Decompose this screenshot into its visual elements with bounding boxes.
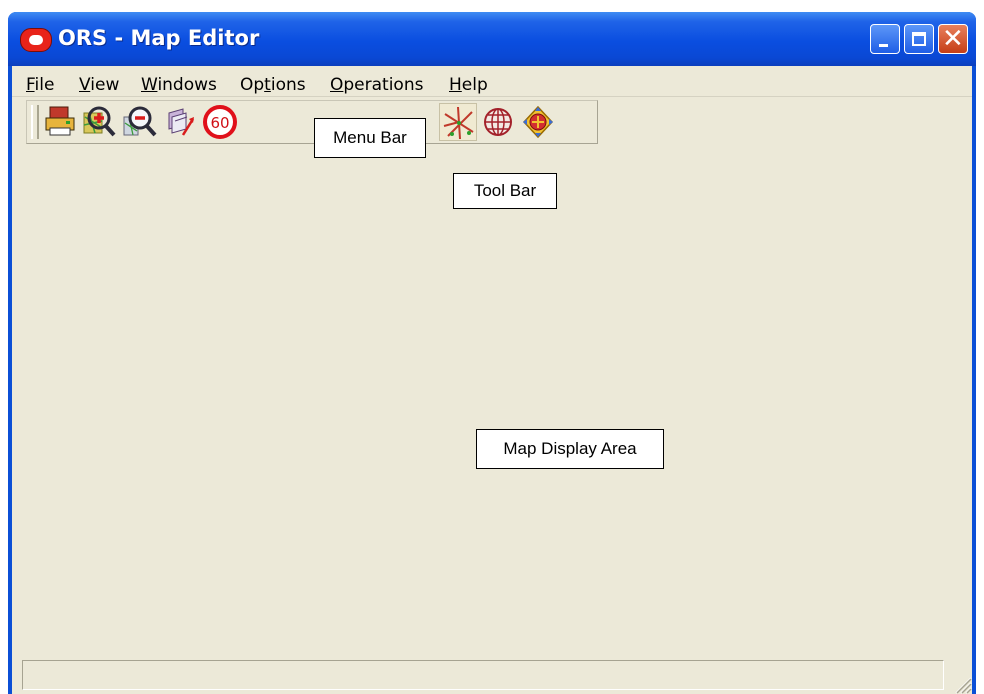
network-tool-button[interactable] [439, 103, 477, 141]
title-bar[interactable]: ORS - Map Editor ✕ [8, 12, 976, 66]
menu-file[interactable]: File [26, 75, 54, 95]
window-title: ORS - Map Editor [58, 26, 260, 50]
map-display-area-callout: Map Display Area [476, 429, 664, 469]
speed-limit-button[interactable]: 60 [201, 103, 239, 141]
zoom-in-icon [83, 106, 116, 137]
menu-bar: File View Windows Options Operations Hel… [12, 66, 972, 97]
map-editor-window: ORS - Map Editor ✕ File View Windows Opt… [8, 12, 976, 694]
menu-bar-callout: Menu Bar [314, 118, 426, 158]
print-button[interactable] [41, 103, 79, 141]
tool-bar: 60 [26, 100, 598, 144]
close-button[interactable]: ✕ [938, 24, 968, 54]
status-bar [22, 660, 944, 690]
maximize-button[interactable] [904, 24, 934, 54]
menu-view-label: iew [90, 75, 120, 95]
minimize-icon [879, 44, 888, 47]
resize-grip-icon[interactable] [950, 672, 972, 694]
menu-view-mnemonic: V [79, 75, 91, 95]
speed-limit-label: 60 [210, 114, 229, 132]
network-tool-icon [443, 106, 474, 140]
navigate-button[interactable] [519, 103, 557, 141]
globe-icon [484, 108, 512, 136]
globe-button[interactable] [479, 103, 517, 141]
navigate-icon [522, 105, 554, 139]
zoom-out-icon [123, 106, 157, 137]
menu-help-mnemonic: H [449, 75, 462, 95]
menu-operations-mnemonic: O [330, 75, 344, 95]
menu-windows-mnemonic: W [141, 75, 158, 95]
menu-windows-label: indows [157, 75, 217, 95]
menu-file-label: ile [34, 75, 55, 95]
menu-options[interactable]: Options [240, 75, 306, 95]
toolbar-grip[interactable] [31, 105, 39, 139]
client-area: File View Windows Options Operations Hel… [12, 66, 972, 694]
maximize-icon [912, 32, 926, 46]
menu-file-mnemonic: F [26, 75, 35, 95]
menu-options-label: ions [270, 75, 306, 95]
menu-options-label-start: Op [240, 75, 265, 95]
zoom-in-button[interactable] [81, 103, 119, 141]
zoom-out-button[interactable] [121, 103, 159, 141]
tool-bar-callout: Tool Bar [453, 173, 557, 209]
menu-operations-label: perations [343, 75, 424, 95]
layers-button[interactable] [161, 103, 199, 141]
menu-help[interactable]: Help [449, 75, 488, 95]
menu-view[interactable]: View [79, 75, 119, 95]
menu-windows[interactable]: Windows [141, 75, 217, 95]
print-icon [45, 106, 75, 136]
menu-help-label: elp [461, 75, 488, 95]
menu-options-mnemonic: t [264, 75, 271, 95]
menu-operations[interactable]: Operations [330, 75, 423, 95]
layers-icon [168, 108, 195, 136]
close-icon: ✕ [942, 24, 964, 54]
oracle-logo-icon [20, 28, 52, 52]
speed-limit-icon: 60 [203, 105, 237, 139]
minimize-button[interactable] [870, 24, 900, 54]
